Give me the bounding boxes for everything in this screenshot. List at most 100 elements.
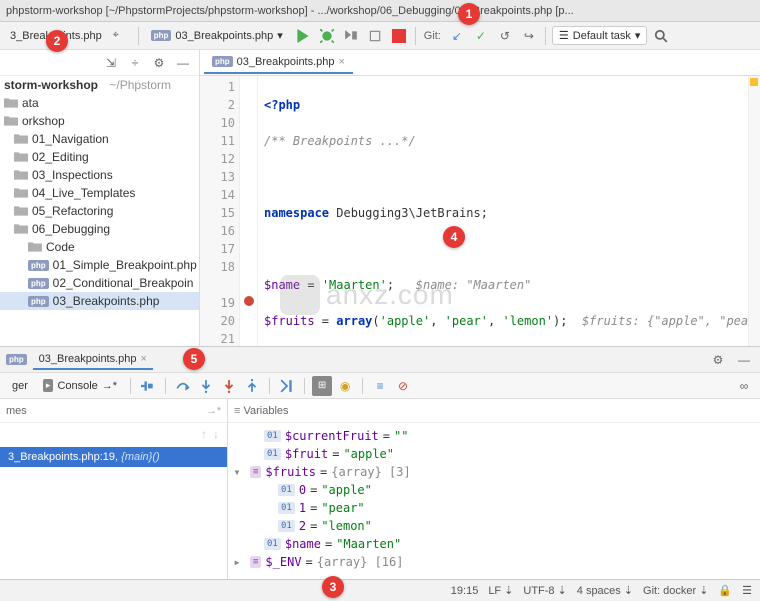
folder-icon — [14, 186, 28, 200]
gear-icon[interactable]: ⚙ — [708, 350, 728, 370]
var-name: $fruits — [265, 465, 316, 479]
variable-row[interactable]: 01 0 = "apple" — [232, 481, 756, 499]
close-icon[interactable]: × — [141, 353, 147, 365]
variables-tree[interactable]: 01 $currentFruit = ""01 $fruit = "apple"… — [228, 423, 760, 579]
variable-row[interactable]: ▸≡ $_ENV = {array} [16] — [232, 553, 756, 571]
search-button[interactable] — [651, 26, 671, 46]
nav-tab-target-icon[interactable]: ⌖ — [106, 26, 126, 46]
close-tab-icon[interactable]: × — [339, 56, 345, 68]
warning-marker[interactable] — [750, 78, 758, 86]
indent-setting[interactable]: 4 spaces ⇣ — [577, 584, 633, 597]
var-name: $currentFruit — [285, 429, 379, 443]
stack-frame[interactable]: 3_Breakpoints.php:19, {main}() — [0, 447, 227, 467]
step-out-icon[interactable] — [242, 376, 262, 396]
hide-icon[interactable]: — — [173, 53, 193, 73]
mute-breakpoints-icon[interactable]: ⊘ — [393, 376, 413, 396]
variables-pane: ≡ Variables 01 $currentFruit = ""01 $fru… — [228, 399, 760, 579]
chevron-down-icon: ▾ — [635, 29, 641, 42]
cursor-position[interactable]: 19:15 — [451, 585, 479, 597]
attach-button[interactable] — [365, 26, 385, 46]
evaluate-icon[interactable]: ⊞ — [312, 376, 332, 396]
variable-row[interactable]: 01 1 = "pear" — [232, 499, 756, 517]
debugger-subtab[interactable]: ger — [6, 377, 34, 395]
gear-icon[interactable]: ⚙ — [149, 53, 169, 73]
notifications-icon[interactable]: ☰ — [742, 584, 752, 597]
task-icon: ☰ — [559, 29, 569, 42]
tree-item[interactable]: 05_Refactoring — [0, 202, 199, 220]
tree-item[interactable]: 02_Editing — [0, 148, 199, 166]
run-coverage-button[interactable] — [341, 26, 361, 46]
separator — [269, 378, 270, 394]
error-stripe[interactable] — [748, 76, 760, 346]
variable-row[interactable]: 01 $fruit = "apple" — [232, 445, 756, 463]
editor-tab[interactable]: php 03_Breakpoints.php × — [204, 52, 353, 74]
tree-item[interactable]: ata — [0, 94, 199, 112]
variables-header: ≡ Variables — [228, 399, 760, 423]
var-name: $_ENV — [265, 555, 301, 569]
task-select[interactable]: ☰ Default task ▾ — [552, 26, 648, 45]
variable-row[interactable]: 01 $currentFruit = "" — [232, 427, 756, 445]
step-over-icon[interactable] — [173, 376, 193, 396]
nav-tab[interactable]: 3_Breakpoints.php ⌖ — [4, 24, 132, 48]
separator — [362, 378, 363, 394]
run-to-cursor-icon[interactable] — [277, 376, 297, 396]
breakpoint-marker[interactable] — [244, 296, 254, 306]
stop-button[interactable] — [389, 26, 409, 46]
tree-item[interactable]: 01_Navigation — [0, 130, 199, 148]
var-value: {array} [16] — [317, 555, 404, 569]
tree-item-label: 04_Live_Templates — [32, 186, 135, 200]
git-revert-icon[interactable]: ↪ — [519, 26, 539, 46]
frame-up-icon[interactable]: ↑ — [201, 427, 207, 443]
line-gutter[interactable]: 121011121314151617181920212223 — [200, 76, 240, 346]
type-badge: 01 — [264, 448, 281, 460]
step-into-icon[interactable] — [196, 376, 216, 396]
hide-icon[interactable]: — — [734, 350, 754, 370]
variable-row[interactable]: 01 2 = "lemon" — [232, 517, 756, 535]
line-separator[interactable]: LF ⇣ — [488, 584, 513, 597]
separator — [130, 378, 131, 394]
tree-item[interactable]: 06_Debugging — [0, 220, 199, 238]
debug-panel: php 03_Breakpoints.php × ⚙ — ger ▸ Conso… — [0, 346, 760, 579]
variable-row[interactable]: 01 $name = "Maarten" — [232, 535, 756, 553]
tree-item[interactable]: php02_Conditional_Breakpoin — [0, 274, 199, 292]
var-value: "Maarten" — [336, 537, 401, 551]
run-button[interactable] — [293, 26, 313, 46]
tree-item[interactable]: php01_Simple_Breakpoint.php — [0, 256, 199, 274]
tree-item[interactable]: 03_Inspections — [0, 166, 199, 184]
tree-project-root[interactable]: storm-workshop ~/Phpstorm — [0, 76, 199, 94]
force-step-into-icon[interactable] — [219, 376, 239, 396]
lock-icon[interactable]: 🔒 — [718, 584, 732, 597]
tree-item[interactable]: Code — [0, 238, 199, 256]
debug-button[interactable] — [317, 26, 337, 46]
file-encoding[interactable]: UTF-8 ⇣ — [523, 584, 566, 597]
project-tree[interactable]: storm-workshop ~/Phpstorm ataorkshop 01_N… — [0, 76, 199, 346]
variable-row[interactable]: ▾≡ $fruits = {array} [3] — [232, 463, 756, 481]
tree-item[interactable]: orkshop — [0, 112, 199, 130]
code-content[interactable]: <?php /** Breakpoints ...*/ namespace De… — [258, 76, 748, 346]
git-pull-icon[interactable]: ↙ — [447, 26, 467, 46]
scroll-to-icon[interactable]: ÷ — [125, 53, 145, 73]
git-history-icon[interactable]: ↺ — [495, 26, 515, 46]
folder-icon — [4, 96, 18, 110]
collapse-icon[interactable]: ⇲ — [101, 53, 121, 73]
watch-icon[interactable]: ◉ — [335, 376, 355, 396]
code-editor[interactable]: 121011121314151617181920212223 <?php /**… — [200, 76, 760, 346]
list-icon[interactable]: ≡ — [370, 376, 390, 396]
tree-item[interactable]: php03_Breakpoints.php — [0, 292, 199, 310]
tree-item-label: 01_Navigation — [32, 132, 109, 146]
git-commit-icon[interactable]: ✓ — [471, 26, 491, 46]
tree-item[interactable]: 04_Live_Templates — [0, 184, 199, 202]
editor-tab-label: 03_Breakpoints.php — [237, 56, 335, 68]
tree-toggle-icon[interactable]: ▸ — [232, 555, 242, 569]
debug-session-tab[interactable]: 03_Breakpoints.php × — [33, 350, 153, 370]
git-branch[interactable]: Git: docker ⇣ — [643, 584, 708, 597]
separator — [415, 27, 416, 45]
infinity-icon[interactable]: ∞ — [734, 376, 754, 396]
php-file-icon: php — [28, 278, 49, 289]
console-subtab[interactable]: ▸ Console →* — [37, 376, 123, 395]
show-execution-point-icon[interactable] — [138, 376, 158, 396]
frame-down-icon[interactable]: ↓ — [213, 427, 219, 443]
breakpoint-gutter[interactable] — [240, 76, 258, 346]
tree-toggle-icon[interactable]: ▾ — [232, 465, 242, 479]
run-config-select[interactable]: php 03_Breakpoints.php ▾ — [145, 27, 289, 44]
